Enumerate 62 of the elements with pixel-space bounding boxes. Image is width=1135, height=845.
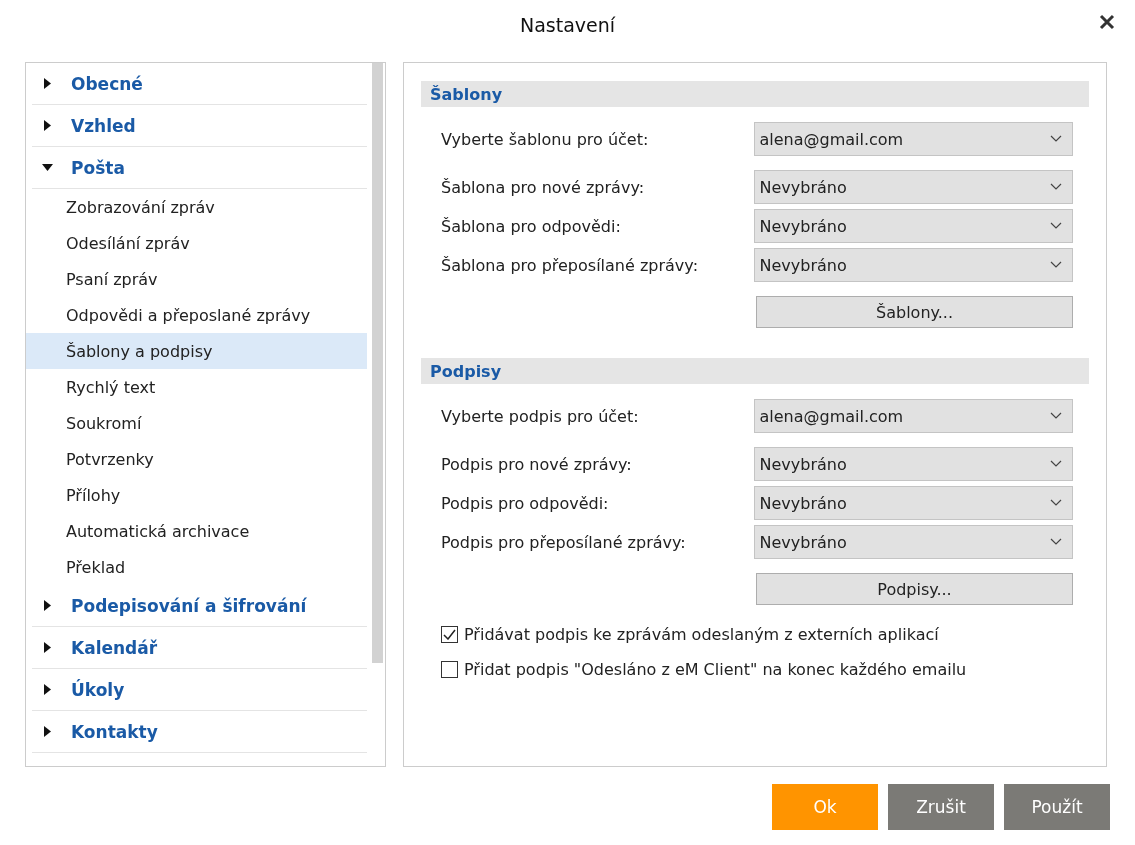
tree-item[interactable]: Přílohy <box>26 477 367 513</box>
chevron-down-icon <box>1050 499 1062 507</box>
close-icon[interactable] <box>1098 13 1116 31</box>
dropdown[interactable]: Nevybráno <box>754 170 1073 204</box>
checkbox[interactable] <box>441 626 458 643</box>
dropdown[interactable]: Nevybráno <box>754 248 1073 282</box>
tree-item[interactable]: Překlad <box>26 549 367 585</box>
expanded-triangle-icon <box>42 162 53 173</box>
dropdown[interactable]: alena@gmail.com <box>754 399 1073 433</box>
tree-item[interactable]: Rychlý text <box>26 369 367 405</box>
tree-group[interactable]: Kalendář <box>32 627 367 669</box>
dropdown[interactable]: Nevybráno <box>754 209 1073 243</box>
checkbox[interactable] <box>441 661 458 678</box>
field-label: Vyberte šablonu pro účet: <box>441 129 650 149</box>
scrollbar-thumb[interactable] <box>372 63 383 663</box>
dropdown[interactable]: alena@gmail.com <box>754 122 1073 156</box>
dialog-button[interactable]: Zrušit <box>888 784 994 830</box>
field-label: Vyberte podpis pro účet: <box>441 406 640 426</box>
dropdown[interactable]: Nevybráno <box>754 486 1073 520</box>
tree-group[interactable]: Pošta <box>32 147 367 189</box>
tree-group[interactable]: Kontakty <box>32 711 367 753</box>
tree-item[interactable]: Psaní zpráv <box>26 261 367 297</box>
collapsed-triangle-icon <box>42 78 53 89</box>
tree-group[interactable]: Vzhled <box>32 105 367 147</box>
dialog-button[interactable]: Použít <box>1004 784 1110 830</box>
chevron-down-icon <box>1050 460 1062 468</box>
manage-button[interactable]: Šablony... <box>756 296 1073 328</box>
tree-item[interactable]: Soukromí <box>26 405 367 441</box>
field-label: Šablona pro odpovědi: <box>441 216 622 236</box>
tree-item[interactable]: Šablony a podpisy <box>26 333 367 369</box>
window-title: Nastavení <box>519 14 616 36</box>
tree-item[interactable]: Automatická archivace <box>26 513 367 549</box>
tree-item[interactable]: Odesílání zpráv <box>26 225 367 261</box>
tree-item[interactable]: Zobrazování zpráv <box>26 189 367 225</box>
tree-item[interactable]: Odpovědi a přeposlané zprávy <box>26 297 367 333</box>
tree-group[interactable]: Obecné <box>32 63 367 105</box>
field-label: Podpis pro odpovědi: <box>441 493 610 513</box>
collapsed-triangle-icon <box>42 684 53 695</box>
tree-group[interactable]: Úkoly <box>32 669 367 711</box>
chevron-down-icon <box>1050 183 1062 191</box>
field-label: Šablona pro přeposílané zprávy: <box>441 255 699 275</box>
tree-group[interactable]: Podepisování a šifrování <box>32 585 367 627</box>
collapsed-triangle-icon <box>42 642 53 653</box>
chevron-down-icon <box>1050 538 1062 546</box>
section-header: Podpisy <box>421 358 1089 384</box>
chevron-down-icon <box>1050 222 1062 230</box>
dropdown[interactable]: Nevybráno <box>754 525 1073 559</box>
chevron-down-icon <box>1050 135 1062 143</box>
dropdown[interactable]: Nevybráno <box>754 447 1073 481</box>
field-label: Podpis pro nové zprávy: <box>441 454 633 474</box>
checkbox-label: Přidávat podpis ke zprávám odeslaným z externích aplikací <box>464 625 939 644</box>
collapsed-triangle-icon <box>42 726 53 737</box>
chevron-down-icon <box>1050 412 1062 420</box>
collapsed-triangle-icon <box>42 600 53 611</box>
field-label: Šablona pro nové zprávy: <box>441 177 646 197</box>
tree-item[interactable]: Potvrzenky <box>26 441 367 477</box>
chevron-down-icon <box>1050 261 1062 269</box>
manage-button[interactable]: Podpisy... <box>756 573 1073 605</box>
checkbox-label: Přidat podpis "Odesláno z eM Client" na konec každého emailu <box>464 660 967 679</box>
section-header: Šablony <box>421 81 1089 107</box>
field-label: Podpis pro přeposílané zprávy: <box>441 532 687 552</box>
collapsed-triangle-icon <box>42 120 53 131</box>
